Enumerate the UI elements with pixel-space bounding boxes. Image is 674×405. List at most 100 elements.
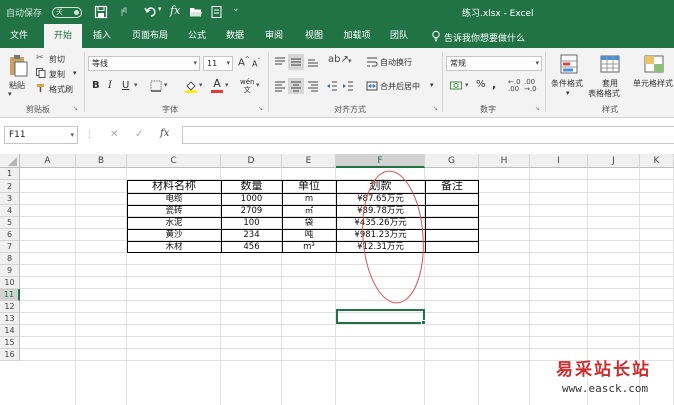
accounting-dropdown-icon[interactable]: ▾ [465,81,469,89]
number-launcher-icon[interactable]: ↘ [535,105,540,112]
italic-button[interactable]: I [108,80,112,91]
font-launcher-icon[interactable]: ↘ [258,105,263,112]
fill-handle[interactable] [421,320,426,325]
table-header-cell[interactable]: 单位 [282,177,336,194]
table-cell[interactable]: 黄沙 [127,229,221,241]
conditional-dropdown-icon[interactable]: ▾ [566,89,570,97]
align-top-icon[interactable] [274,56,286,68]
undo-dropdown-icon[interactable]: ▾ [158,5,162,13]
decrease-decimal-icon[interactable]: .00 →.0 [524,79,537,93]
copy-icon[interactable] [36,68,46,78]
insert-function-icon[interactable]: fx [170,4,180,17]
font-color-dropdown-icon[interactable]: ▾ [225,81,229,89]
row-header-11[interactable]: 11 [0,289,20,301]
table-cell[interactable]: m [282,193,336,205]
conditional-formatting-button[interactable]: 条件格式 [551,78,583,89]
active-cell-f11[interactable] [336,309,425,324]
row-header-10[interactable]: 10 [0,277,20,289]
clipboard-launcher-icon[interactable]: ↘ [73,105,78,112]
align-center-icon[interactable] [288,78,304,94]
row-header-2[interactable]: 2 [0,180,20,193]
cut-icon[interactable]: ✂ [36,53,44,63]
tab-page-layout[interactable]: 页面布局 [126,24,174,48]
conditional-formatting-icon[interactable] [559,53,581,75]
row-header-12[interactable]: 12 [0,301,20,313]
tab-team[interactable]: 团队 [383,24,415,48]
column-header-i[interactable]: I [530,154,588,168]
table-header-cell[interactable]: 材料名称 [127,177,221,194]
font-color-button[interactable]: A [211,78,223,93]
table-cell[interactable]: 吨 [282,229,336,241]
column-header-e[interactable]: E [282,154,336,168]
fill-color-icon[interactable] [184,79,198,93]
table-cell[interactable]: 234 [221,229,282,241]
tab-file[interactable]: 文件 [3,24,35,48]
row-header-9[interactable]: 9 [0,265,20,277]
column-header-f[interactable]: F [336,154,425,168]
worksheet-grid[interactable]: ABCDEFGHIJK 1 2 3 4 5 6 7 8 9 10 11 12 13 14 15 16 材料名称… [0,154,674,405]
decrease-indent-icon[interactable] [326,80,338,92]
column-header-h[interactable]: H [479,154,530,168]
accounting-format-icon[interactable] [450,80,464,92]
bold-button[interactable]: B [92,80,100,91]
tab-home[interactable]: 开始 [44,24,82,48]
tab-formulas[interactable]: 公式 [181,24,213,48]
format-as-table-button[interactable]: 表格格式 [588,88,620,99]
column-header-k[interactable]: K [640,154,674,168]
increase-decimal-icon[interactable]: ←.0.00 [508,79,521,93]
table-cell[interactable]: ㎡ [282,205,336,217]
borders-dropdown-icon[interactable]: ▾ [164,81,168,89]
copy-button[interactable]: 复制 [49,69,65,80]
align-middle-icon[interactable] [288,54,304,70]
tell-me-search[interactable]: 告诉我你想要做什么 [444,31,525,44]
underline-dropdown-icon[interactable]: ▾ [134,81,138,89]
orientation-icon[interactable]: ab↗ [328,54,349,65]
wrap-text-button[interactable]: 自动换行 [380,57,412,68]
phonetic-guide-button[interactable]: wén 文 [240,78,254,94]
open-folder-icon[interactable] [189,5,203,19]
font-name-select[interactable]: 等线 ▾ [88,56,200,71]
save-icon[interactable] [94,5,108,19]
align-right-icon[interactable] [307,80,319,92]
merge-center-button[interactable]: 合并后居中 [380,81,420,92]
name-box[interactable]: F11 ▾ [4,126,78,144]
row-header-13[interactable]: 13 [0,313,20,325]
shrink-font-button[interactable]: Aˇ [252,58,260,69]
merge-dropdown-icon[interactable]: ▾ [430,81,434,89]
borders-icon[interactable] [150,80,162,92]
row-header-1[interactable]: 1 [0,168,20,180]
tab-review[interactable]: 审阅 [258,24,290,48]
tab-view[interactable]: 视图 [298,24,330,48]
row-header-6[interactable]: 6 [0,229,20,241]
row-header-3[interactable]: 3 [0,193,20,205]
comma-style-button[interactable]: , [492,78,496,91]
format-painter-icon[interactable] [36,83,46,93]
cut-button[interactable]: 剪切 [49,54,65,65]
cell-styles-button[interactable]: 单元格样式 [633,78,673,89]
column-header-c[interactable]: C [127,154,221,168]
column-header-a[interactable]: A [20,154,76,168]
column-header-g[interactable]: G [425,154,479,168]
touch-mode-icon[interactable] [118,5,132,19]
table-cell[interactable]: 456 [221,241,282,253]
format-painter-button[interactable]: 格式刷 [49,84,73,95]
cell-styles-icon[interactable] [643,53,665,75]
insert-function-button[interactable]: fx [160,128,169,139]
table-cell[interactable]: 2709 [221,205,282,217]
print-preview-icon[interactable] [210,5,224,19]
paste-dropdown-icon[interactable]: ▾ [8,90,12,98]
row-header-5[interactable]: 5 [0,217,20,229]
copy-dropdown-icon[interactable]: ▾ [73,69,77,77]
row-header-14[interactable]: 14 [0,325,20,337]
wrap-text-icon[interactable] [366,56,378,68]
table-cell[interactable]: 木材 [127,241,221,253]
alignment-launcher-icon[interactable]: ↘ [433,105,438,112]
paste-icon[interactable] [6,53,30,79]
format-as-table-icon[interactable] [599,53,621,75]
row-header-15[interactable]: 15 [0,337,20,349]
formula-input[interactable] [182,126,674,144]
fill-color-dropdown-icon[interactable]: ▾ [199,81,203,89]
tab-addins[interactable]: 加载项 [338,24,376,48]
table-cell[interactable]: 水泥 [127,217,221,229]
font-size-select[interactable]: 11 ▾ [203,56,233,71]
